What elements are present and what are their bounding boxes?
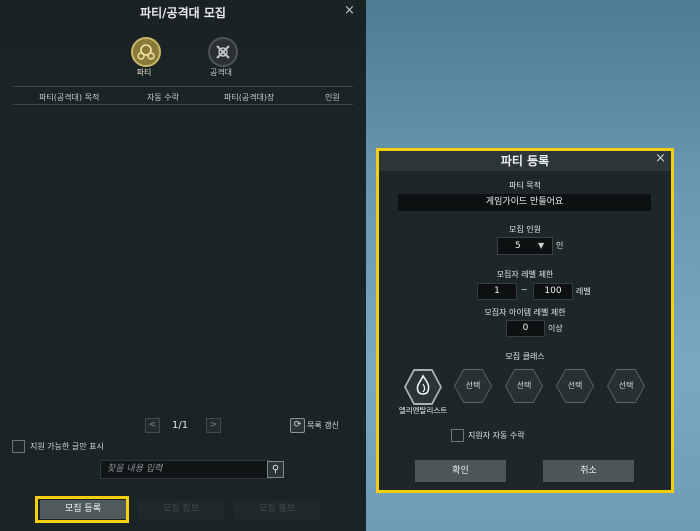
next-page-button[interactable]: > [206,418,221,433]
column-header-leader[interactable]: 파티(공격대)장 [224,92,274,103]
header-divider-bottom [13,104,353,105]
search-icon[interactable]: ⚲ [267,461,284,478]
column-header-members[interactable]: 인원 [325,92,340,103]
refresh-icon[interactable]: ⟳ [290,418,305,433]
tab-party[interactable]: 파티 [124,67,164,78]
header-divider-top [13,86,353,87]
search-input[interactable]: 찾을 내용 입력 [100,460,272,479]
page-indicator: 1/1 [172,420,189,431]
filter-label: 지원 가능한 글만 표시 [30,442,104,451]
recruit-info-button[interactable]: 모집 정보 [138,500,224,519]
filter-checkbox[interactable] [12,440,25,453]
column-header-auto-accept[interactable]: 자동 수락 [147,92,179,103]
prev-page-button[interactable]: < [145,418,160,433]
raid-emblem-icon[interactable] [208,37,238,67]
highlight-frame-register [35,496,129,523]
window-title: 파티/공격대 모집 [140,6,226,20]
refresh-list-button[interactable]: 목록 갱신 [307,420,339,431]
highlight-frame-dialog [376,148,674,493]
recruit-promo-button[interactable]: 모집 홍보 [234,500,320,519]
tab-raid[interactable]: 공격대 [201,67,241,78]
party-emblem-icon[interactable] [131,37,161,67]
close-icon[interactable]: × [344,3,355,18]
column-header-purpose[interactable]: 파티(공격대) 목적 [39,92,99,103]
